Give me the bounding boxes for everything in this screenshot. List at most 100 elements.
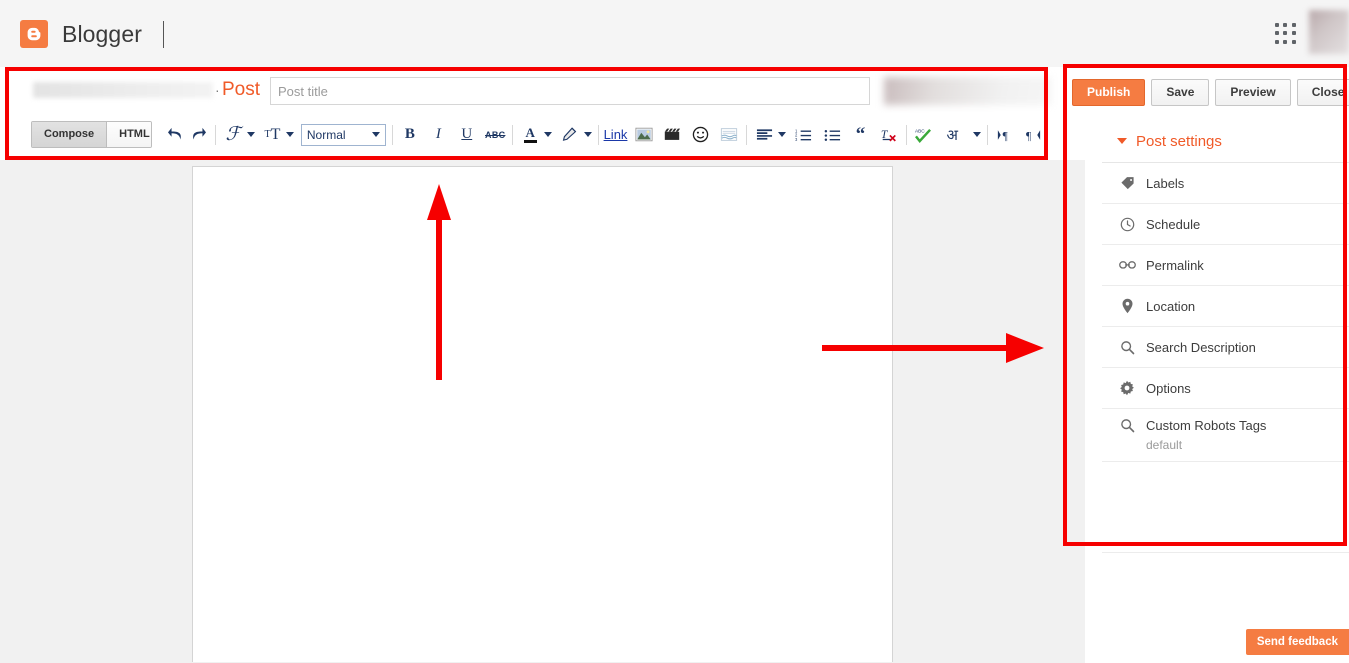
highlight-chevron-down-icon[interactable]	[583, 132, 592, 137]
post-settings-header[interactable]: Post settings	[1102, 120, 1349, 163]
post-settings-label: Post settings	[1136, 132, 1222, 150]
remove-formatting-icon[interactable]: T	[878, 123, 900, 147]
toolbar-divider	[746, 124, 748, 145]
sidebar-item-label: Custom Robots Tags	[1146, 418, 1267, 433]
toolbar-divider	[597, 124, 599, 145]
location-pin-icon	[1117, 298, 1137, 314]
svg-text:¶: ¶	[1026, 130, 1031, 141]
jump-break-icon[interactable]	[718, 123, 740, 147]
apps-dot	[1291, 31, 1296, 36]
align-chevron-down-icon[interactable]	[778, 132, 787, 137]
apps-dot	[1283, 23, 1288, 27]
editor-mode-group: Compose HTML	[31, 121, 153, 148]
svg-text:¶: ¶	[1003, 130, 1008, 141]
apps-dot	[1275, 31, 1279, 36]
post-settings-sidebar: Publish Save Preview Close Post settings…	[1072, 67, 1349, 663]
transliteration-chevron-down-icon[interactable]	[972, 132, 981, 137]
redo-icon[interactable]	[187, 123, 209, 147]
save-button[interactable]: Save	[1151, 78, 1210, 106]
svg-text:3: 3	[795, 136, 798, 141]
editor-header: · Post	[9, 71, 1052, 113]
paragraph-format-select[interactable]: Normal	[300, 123, 386, 146]
tab-html[interactable]: HTML	[106, 122, 152, 147]
sidebar-item-label: Labels	[1146, 175, 1185, 191]
formatting-toolbar: Compose HTML ℱ TT Normal B I U ABC A Lin…	[9, 113, 1044, 156]
post-title-input[interactable]	[270, 77, 870, 105]
tab-compose[interactable]: Compose	[32, 122, 107, 147]
clock-icon	[1117, 217, 1137, 232]
sidebar-item-location[interactable]: Location	[1102, 286, 1349, 327]
gear-icon	[1117, 380, 1137, 396]
blog-name-redacted	[33, 82, 213, 98]
undo-icon[interactable]	[165, 123, 187, 147]
toolbar-divider	[391, 124, 393, 145]
transliteration-button[interactable]: अ	[941, 123, 963, 147]
insert-image-icon[interactable]	[633, 123, 655, 147]
text-color-label: A	[525, 125, 535, 140]
top-bar: Blogger	[0, 0, 1349, 67]
post-content-canvas[interactable]	[192, 166, 893, 662]
spellcheck-icon[interactable]: ABC	[913, 123, 935, 147]
strikethrough-button[interactable]: ABC	[484, 123, 506, 147]
blockquote-icon[interactable]: “	[849, 123, 871, 147]
collapse-triangle-icon	[1117, 138, 1127, 144]
bulleted-list-icon[interactable]	[821, 123, 843, 147]
underline-button[interactable]: U	[456, 123, 478, 147]
link-chain-icon	[1117, 259, 1137, 271]
text-color-chevron-down-icon[interactable]	[544, 132, 553, 137]
font-family-icon[interactable]: ℱ	[222, 123, 244, 147]
sidebar-item-custom-robots-tags[interactable]: Custom Robots Tags default	[1102, 409, 1349, 462]
apps-dot	[1291, 39, 1296, 44]
sidebar-item-label: Schedule	[1146, 216, 1201, 232]
sidebar-item-sublabel: default	[1146, 438, 1183, 452]
label-tag-icon	[1117, 176, 1137, 191]
arrow-pointing-right-to-post-settings	[822, 333, 1044, 363]
brand-divider	[163, 21, 164, 48]
magnifier-icon	[1117, 340, 1137, 355]
font-family-chevron-down-icon[interactable]	[246, 132, 255, 137]
toolbar-divider	[512, 124, 514, 145]
sidebar-filler	[1102, 462, 1349, 553]
sidebar-item-permalink[interactable]: Permalink	[1102, 245, 1349, 286]
align-left-icon[interactable]	[753, 123, 775, 147]
toolbar-divider	[905, 124, 907, 145]
send-feedback-button[interactable]: Send feedback	[1245, 629, 1349, 655]
sidebar-item-row: Custom Robots Tags	[1117, 418, 1266, 433]
apps-grid-icon[interactable]	[1275, 23, 1297, 45]
toolbar-divider	[215, 124, 216, 145]
bold-button[interactable]: B	[399, 123, 421, 147]
highlight-pen-icon[interactable]	[559, 123, 581, 147]
numbered-list-icon[interactable]: 123	[793, 123, 815, 147]
apps-dot	[1291, 23, 1296, 27]
text-direction-ltr-icon[interactable]: ¶	[994, 123, 1016, 147]
blogger-logo-icon	[20, 20, 48, 48]
editor-body-area	[0, 160, 1085, 663]
close-button[interactable]: Close	[1296, 78, 1349, 106]
sidebar-item-label: Location	[1146, 298, 1196, 314]
post-action-buttons: Publish Save Preview Close	[1067, 76, 1349, 108]
brand[interactable]: Blogger	[20, 20, 142, 48]
arrow-pointing-up-to-toolbar	[427, 184, 451, 380]
header-right-redacted	[884, 77, 1052, 105]
italic-button[interactable]: I	[427, 123, 449, 147]
insert-link-button[interactable]: Link	[604, 123, 628, 147]
font-size-chevron-down-icon[interactable]	[286, 132, 295, 137]
sidebar-item-search-description[interactable]: Search Description	[1102, 327, 1349, 368]
font-size-icon[interactable]: TT	[261, 123, 283, 147]
sidebar-item-labels[interactable]: Labels	[1102, 163, 1349, 204]
sidebar-item-label: Options	[1146, 380, 1191, 396]
apps-dot	[1283, 31, 1288, 36]
text-color-button[interactable]: A	[519, 123, 541, 147]
avatar[interactable]	[1309, 10, 1349, 54]
text-color-swatch	[523, 140, 537, 143]
insert-emoji-icon[interactable]	[690, 123, 712, 147]
sidebar-item-label: Search Description	[1146, 339, 1256, 355]
insert-video-icon[interactable]	[661, 123, 683, 147]
publish-button[interactable]: Publish	[1072, 78, 1146, 106]
preview-button[interactable]: Preview	[1215, 78, 1291, 106]
text-direction-rtl-icon[interactable]: ¶	[1022, 123, 1044, 147]
sidebar-item-schedule[interactable]: Schedule	[1102, 204, 1349, 245]
svg-text:ABC: ABC	[915, 128, 925, 133]
paragraph-format-chevron-down-icon[interactable]	[371, 132, 380, 137]
sidebar-item-options[interactable]: Options	[1102, 368, 1349, 409]
